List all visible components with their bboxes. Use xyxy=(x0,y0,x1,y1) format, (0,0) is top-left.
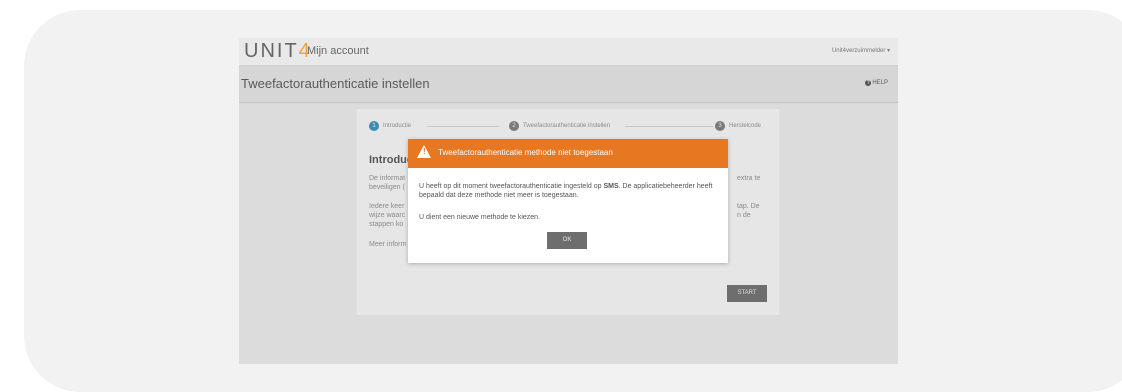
intro-text: stappen ko xyxy=(369,221,404,228)
step-label: Introductie xyxy=(383,123,412,129)
ok-button[interactable]: OK xyxy=(547,232,587,249)
top-bar: UNIT4 Mijn account Unit4verzuimmelder ▾ xyxy=(239,38,898,66)
dialog-instruction: U dient een nieuwe methode te kiezen. xyxy=(419,214,541,221)
help-link[interactable]: ? HELP xyxy=(865,80,888,86)
step-number: 2 xyxy=(509,121,519,131)
start-button[interactable]: START xyxy=(727,285,767,302)
help-icon: ? xyxy=(865,80,872,86)
intro-text: n de xyxy=(737,212,751,219)
intro-text: beveiligen ( xyxy=(369,184,405,191)
dialog-title: Tweefactorauthenticatie methode niet toe… xyxy=(438,148,613,157)
step-number: 1 xyxy=(369,121,379,131)
page-header: Tweefactorauthenticatie instellen ? HELP xyxy=(239,66,898,103)
step-number: 3 xyxy=(715,121,725,131)
dialog-header: ! Tweefactorauthenticatie methode niet t… xyxy=(408,139,728,168)
help-label: HELP xyxy=(872,80,888,86)
intro-text: De informat xyxy=(369,175,406,182)
unit4-logo: UNIT4 xyxy=(244,40,312,62)
step-label: Herstelcode xyxy=(729,123,762,129)
step-label: Tweefactorauthenticatie instellen xyxy=(523,123,611,129)
intro-text: Meer inform xyxy=(369,241,407,248)
warning-icon: ! xyxy=(417,145,431,158)
wizard-step-2: 2 Tweefactorauthenticatie instellen xyxy=(509,121,610,131)
user-menu[interactable]: Unit4verzuimmelder ▾ xyxy=(832,47,890,54)
dialog-message: U heeft op dit moment tweefactorauthenti… xyxy=(419,183,713,199)
wizard-step-3: 3 Herstelcode xyxy=(715,121,761,131)
intro-text: Iedere keer xyxy=(369,203,405,210)
warning-dialog: ! Tweefactorauthenticatie methode niet t… xyxy=(408,139,728,263)
step-connector xyxy=(427,126,499,127)
app-name: Mijn account xyxy=(307,45,369,57)
intro-text: tap. De xyxy=(737,203,760,210)
step-connector xyxy=(625,126,713,127)
intro-text: wijze waarc xyxy=(369,212,406,219)
wizard-step-1: 1 Introductie xyxy=(369,121,411,131)
page-title: Tweefactorauthenticatie instellen xyxy=(241,76,430,91)
intro-text: extra te xyxy=(737,175,761,182)
